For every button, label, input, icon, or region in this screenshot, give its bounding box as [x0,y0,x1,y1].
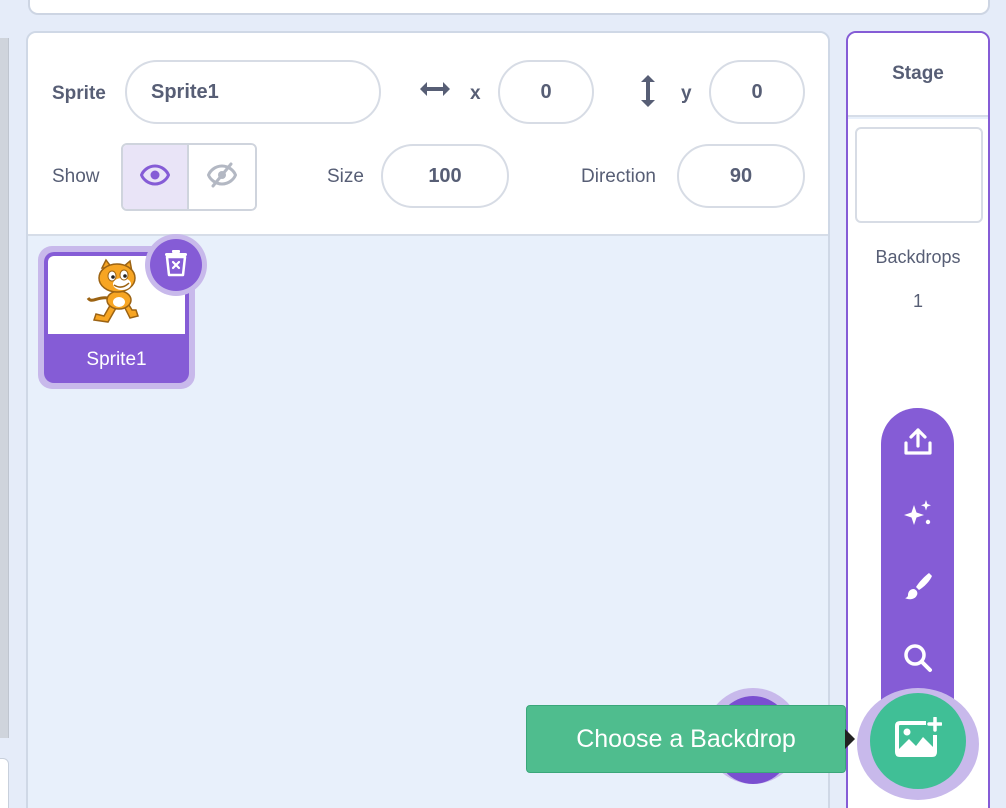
x-input[interactable]: 0 [498,60,594,124]
search-icon [902,642,934,679]
sprite-tile-name: Sprite1 [86,349,147,370]
sprite-pane: Sprite Sprite1 x 0 y 0 Show Size 100 Dir… [26,31,830,808]
upload-icon [902,427,934,462]
scrollbar[interactable] [0,38,9,738]
surprise-icon [902,498,934,535]
size-label: Size [327,166,364,187]
direction-label: Direction [581,166,656,187]
eye-slash-icon [206,162,238,193]
add-backdrop-icon [894,715,943,766]
x-arrows-icon [418,77,452,106]
y-label: y [681,83,692,104]
trash-icon [163,249,189,282]
x-label: x [470,83,481,104]
delete-button-inner [150,239,202,291]
stage-panel-edge [28,0,990,15]
surprise-backdrop-button[interactable] [881,488,954,544]
stage-thumbnail[interactable] [855,127,983,223]
sprite-label: Sprite [52,83,106,104]
direction-value: 90 [729,164,753,187]
paint-backdrop-button[interactable] [881,560,954,616]
scratch-editor: Sprite Sprite1 x 0 y 0 Show Size 100 Dir… [0,0,1006,808]
stage-title: Stage [848,33,988,117]
y-arrows-icon [636,73,660,114]
show-label: Show [52,166,100,187]
upload-backdrop-button[interactable] [881,416,954,472]
delete-sprite-button[interactable] [145,234,207,296]
search-backdrop-button[interactable] [881,632,954,688]
direction-input[interactable]: 90 [677,144,805,208]
eye-icon [139,163,171,191]
panel-edge [0,758,9,808]
sprite-info-panel: Sprite Sprite1 x 0 y 0 Show Size 100 Dir… [28,33,828,236]
choose-backdrop-button[interactable] [870,693,966,789]
y-value: 0 [751,80,763,103]
sprite-name-input[interactable]: Sprite1 [125,60,381,124]
size-value: 100 [428,164,462,187]
visibility-toggle [121,143,257,211]
size-input[interactable]: 100 [381,144,509,208]
backdrops-label: Backdrops [875,247,961,267]
show-hidden-button[interactable] [189,145,255,209]
show-visible-button[interactable] [123,145,190,209]
sprite-name-value: Sprite1 [151,80,219,103]
y-input[interactable]: 0 [709,60,805,124]
x-value: 0 [540,80,552,103]
backdrops-count: 1 [912,291,923,311]
tooltip-arrow [845,729,855,749]
choose-backdrop-tooltip: Choose a Backdrop [526,705,846,773]
paint-icon [902,570,934,607]
cat-sprite-icon [82,258,152,333]
